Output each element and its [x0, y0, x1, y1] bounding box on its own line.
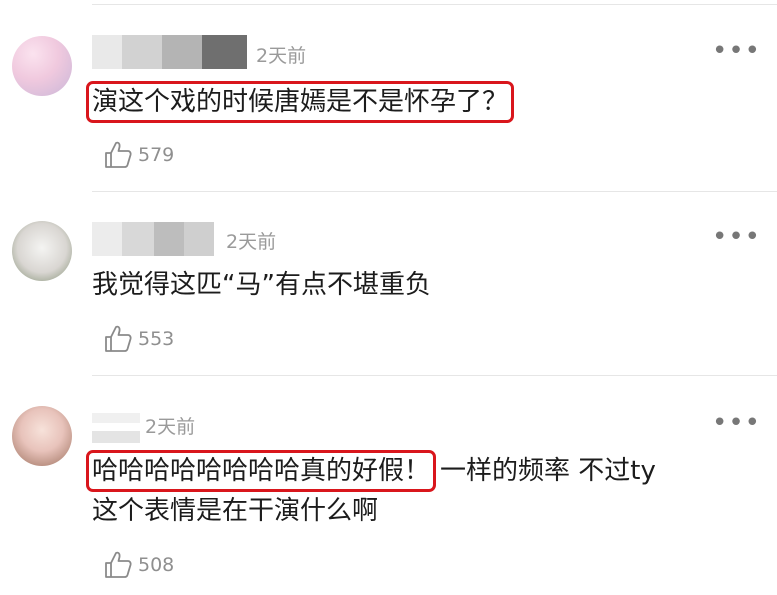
username-blurred[interactable] [92, 35, 247, 69]
comment-divider [92, 191, 777, 192]
thumbs-up-icon [105, 551, 132, 578]
comment-time: 2天前 [256, 45, 307, 67]
like-button[interactable]: 579 [104, 138, 174, 172]
like-button[interactable]: 553 [104, 322, 174, 356]
username-blurred[interactable] [92, 409, 140, 443]
avatar[interactable] [12, 221, 72, 281]
comment-text-line2: 这个表情是在干演什么啊 [92, 496, 379, 526]
avatar[interactable] [12, 406, 72, 466]
comment-text-body: 我觉得这匹“马”有点不堪重负 [92, 270, 431, 300]
more-options-icon[interactable]: ••• [712, 410, 761, 436]
highlighted-text: 哈哈哈哈哈哈哈哈真的好假！ [85, 450, 437, 492]
more-options-icon[interactable]: ••• [712, 224, 761, 250]
avatar[interactable] [12, 36, 72, 96]
comment-text-body: 一样的频率 不过ty [440, 456, 656, 486]
comment-time: 2天前 [226, 231, 277, 253]
thumbs-up-icon [105, 141, 132, 168]
top-divider [92, 4, 777, 5]
like-count: 553 [138, 328, 175, 350]
like-count: 508 [138, 554, 175, 576]
username-blurred[interactable] [92, 222, 214, 256]
like-button[interactable]: 508 [104, 548, 174, 582]
comment-text: 演这个戏的时候唐嫣是不是怀孕了？ [85, 81, 515, 123]
highlighted-text: 演这个戏的时候唐嫣是不是怀孕了？ [85, 81, 515, 123]
comment-text: 我觉得这匹“马”有点不堪重负 [92, 265, 431, 305]
comment-text: 哈哈哈哈哈哈哈哈真的好假！ 一样的频率 不过ty [85, 450, 656, 492]
comment-divider [92, 375, 777, 376]
comment-time: 2天前 [145, 416, 196, 438]
thumbs-up-icon [105, 325, 132, 352]
like-count: 579 [138, 144, 175, 166]
more-options-icon[interactable]: ••• [712, 38, 761, 64]
